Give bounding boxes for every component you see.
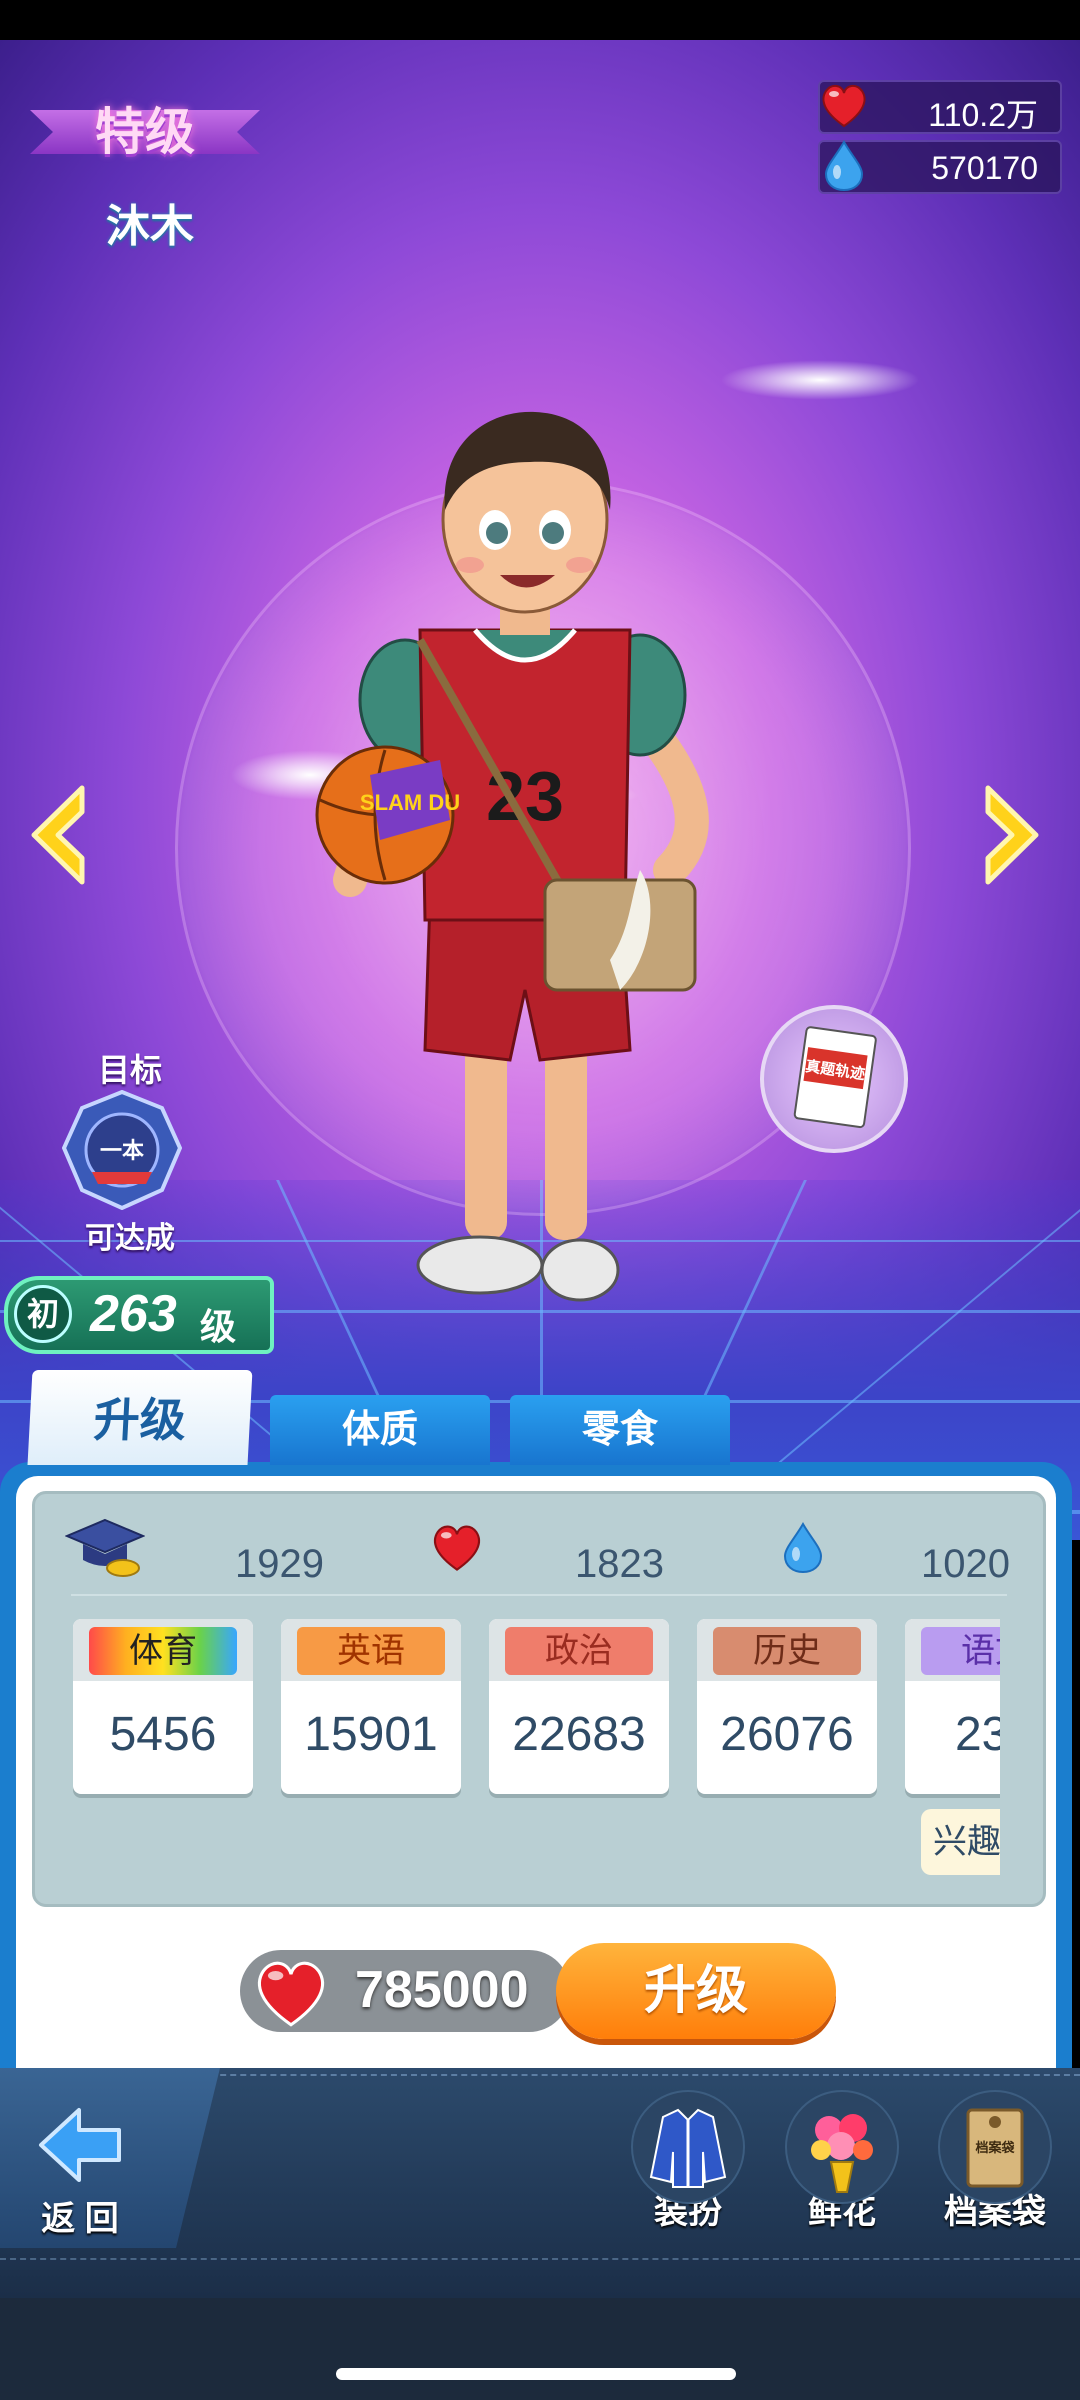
heart-icon [258,1961,324,2027]
character-avatar: 23 SLAM DU [315,411,709,1302]
flowers-button[interactable]: 鲜花 [782,2090,902,2233]
water-drop-icon [824,139,864,192]
archive-button[interactable]: 档案袋 档案袋 [930,2090,1060,2233]
subject-name: 政治 [505,1627,653,1675]
subject-card-history[interactable]: 历史 26076 [697,1619,877,1794]
lower-area [0,2298,1080,2400]
level-unit: 级 [200,1306,237,1347]
book-icon: 真题轨迹 [793,1026,877,1129]
target-status: 可达成 [85,1222,175,1255]
subject-card-pe[interactable]: 体育 5456 [73,1619,253,1794]
subject-card-chinese[interactable]: 语文 234 [905,1619,1000,1794]
archive-folder-icon: 档案袋 [966,2108,1024,2188]
level-grade: 初 [14,1285,72,1343]
drops-counter: 570170 [818,139,1062,194]
tab-snacks[interactable]: 零食 [510,1395,730,1465]
subject-card-politics[interactable]: 政治 22683 [489,1619,669,1794]
back-label: 返 回 [41,2200,119,2238]
subject-name: 语文 [921,1627,1000,1675]
ball-text: SLAM DU [360,790,460,815]
level-value: 263 [90,1285,177,1343]
status-bar [0,0,1080,40]
back-arrow-icon [39,2108,121,2182]
tab-upgrade[interactable]: 升级 [27,1370,253,1465]
player-name: 沐木 [106,202,194,251]
level-indicator: 初 263 级 [4,1276,274,1354]
target-badge-text: 一本 [100,1138,144,1163]
heart-icon [822,85,866,128]
target-label: 目标 [97,1052,162,1088]
interest-tag[interactable]: 兴趣 [921,1809,1000,1875]
subject-value: 22683 [512,1708,646,1761]
svg-text:档案袋: 档案袋 [975,2140,1015,2155]
back-button[interactable]: 返 回 [20,2100,140,2240]
upgrade-button[interactable]: 升级 [556,1943,836,2039]
cost-value: 785000 [355,1961,529,2019]
subject-value: 234 [954,1708,1000,1761]
sparkle [720,360,920,400]
subject-name: 英语 [297,1627,445,1675]
subject-value: 5456 [109,1708,217,1761]
rank-text: 特级 [95,104,195,160]
target-badge-icon[interactable]: 一本 [62,1090,182,1210]
textbook-bubble[interactable]: 真题轨迹 [760,1005,908,1153]
subject-list: 体育 5456 英语 15901 政治 22683 历史 26076 语 23 … [35,1494,1000,1904]
dress-up-button[interactable]: 装扮 [628,2090,748,2233]
flower-bouquet-icon [811,2114,873,2193]
subject-name: 历史 [713,1627,861,1675]
home-indicator[interactable] [336,2368,736,2380]
subject-value: 15901 [304,1708,438,1761]
stats-box: 1929 1823 1020 体育 5456 英语 15901 政治 22683… [32,1491,1046,1907]
tab-physique[interactable]: 体质 [270,1395,490,1465]
hearts-counter: 110.2万 [818,80,1062,134]
hearts-value: 110.2万 [928,97,1038,133]
chevron-right-icon[interactable] [978,780,1048,890]
upgrade-cost: 785000 [240,1950,570,2032]
rank-badge: 特级 [30,92,260,170]
jacket-icon [649,2108,727,2188]
subject-name: 体育 [89,1627,237,1675]
subject-value: 26076 [720,1708,854,1761]
subject-card-english[interactable]: 英语 15901 [281,1619,461,1794]
drops-value: 570170 [931,150,1038,186]
chevron-left-icon[interactable] [22,780,92,890]
